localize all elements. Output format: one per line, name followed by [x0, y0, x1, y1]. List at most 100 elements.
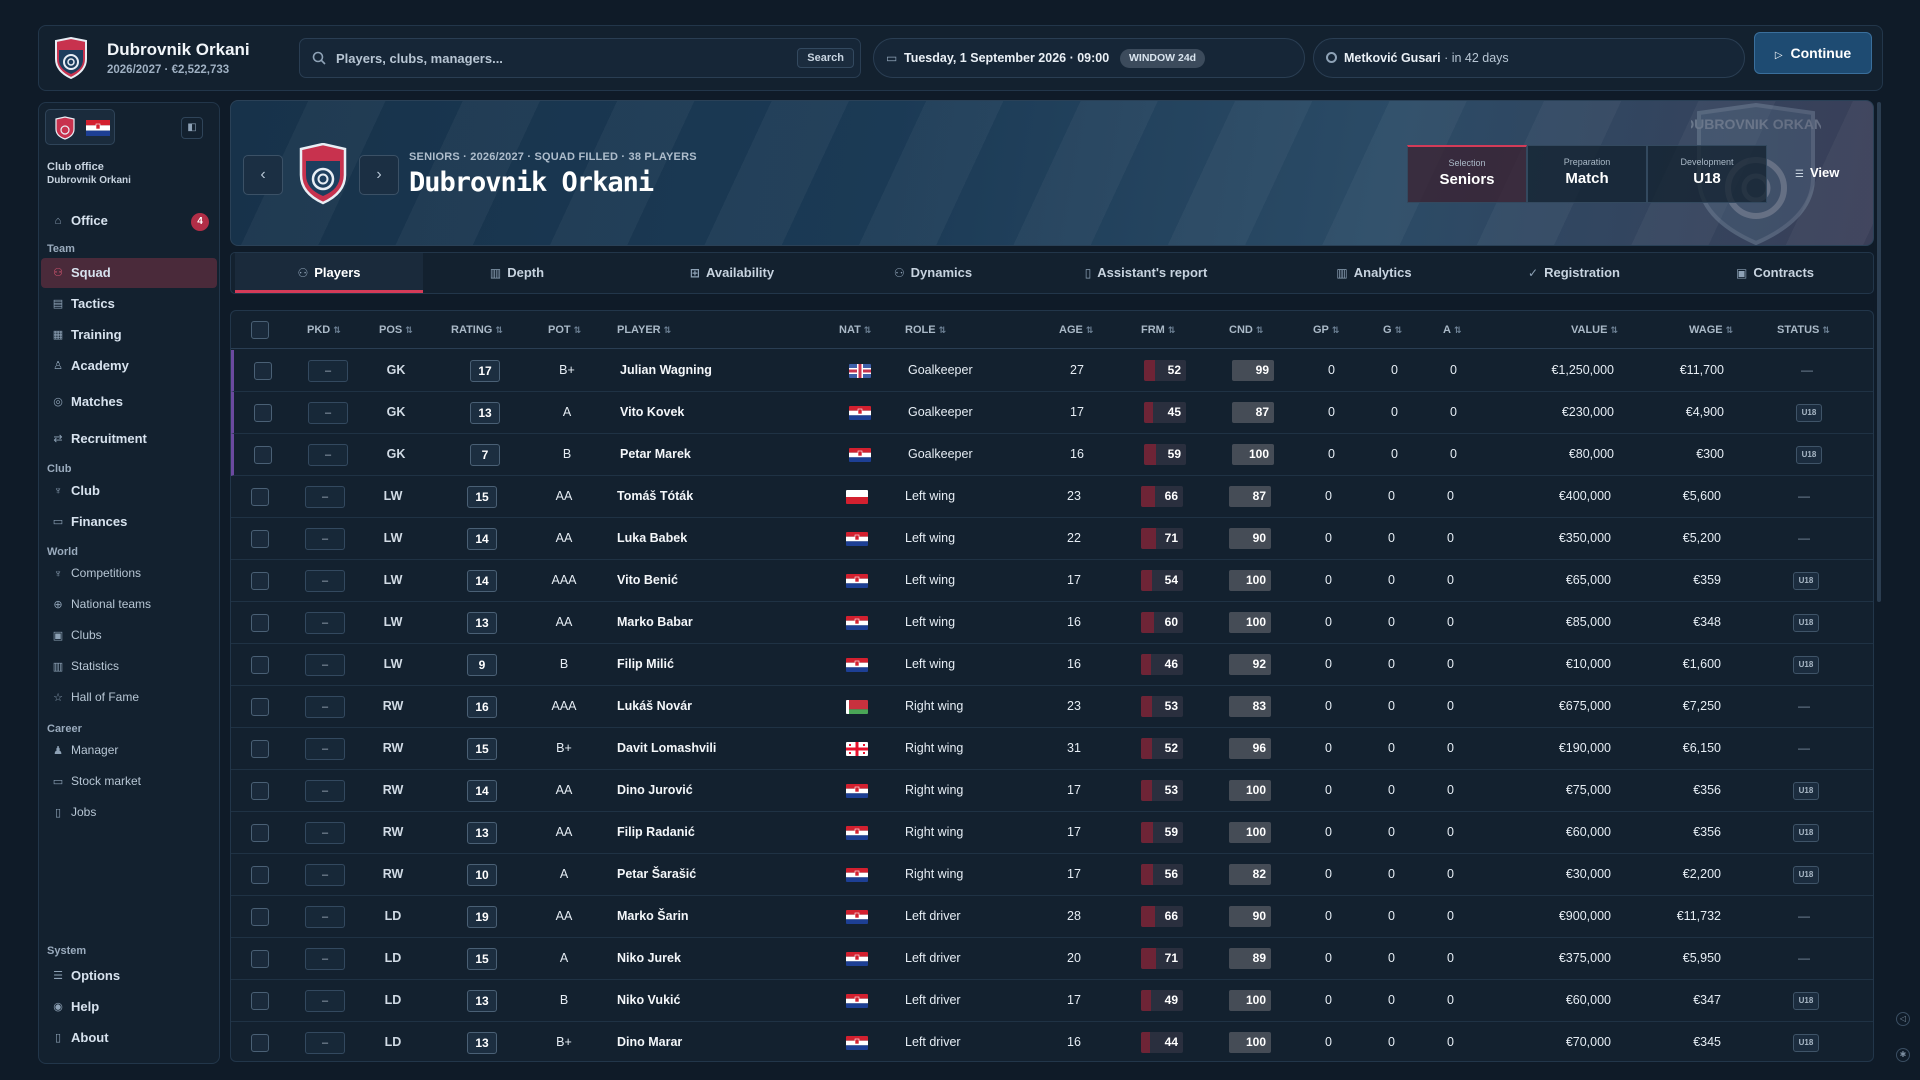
- sidebar-item-national-teams[interactable]: ⊕ National teams: [41, 590, 217, 620]
- table-row[interactable]: – LW 14 AA Luka Babek Left wing 22 71 90 0 0 0 €350,…: [231, 518, 1873, 560]
- table-row[interactable]: – LW 13 AA Marko Babar Left wing 16 60 100 0 0 0 €85…: [231, 602, 1873, 644]
- col-player[interactable]: PLAYER ⇅: [617, 324, 671, 336]
- row-checkbox[interactable]: [251, 614, 269, 632]
- player-name-link[interactable]: Tomáš Tóták: [617, 489, 693, 503]
- tab-assistants-report[interactable]: ▯ Assistant's report: [1013, 253, 1279, 293]
- picked-dropdown[interactable]: –: [305, 906, 345, 928]
- row-checkbox[interactable]: [254, 446, 272, 464]
- player-name-link[interactable]: Filip Milić: [617, 657, 674, 671]
- table-row[interactable]: – LW 14 AAA Vito Benić Left wing 17 54 100 0 0 0 €65…: [231, 560, 1873, 602]
- row-checkbox[interactable]: [251, 992, 269, 1010]
- player-name-link[interactable]: Niko Vukić: [617, 993, 680, 1007]
- continue-button[interactable]: ▷ Continue: [1754, 32, 1872, 74]
- sidebar-item-finances[interactable]: ▭ Finances: [41, 507, 217, 537]
- table-row[interactable]: – LD 13 B Niko Vukić Left driver 17 49 100 0 0 0 €60…: [231, 980, 1873, 1022]
- player-name-link[interactable]: Dino Jurović: [617, 783, 693, 797]
- tab-availability[interactable]: ⊞ Availability: [611, 253, 853, 293]
- picked-dropdown[interactable]: –: [308, 444, 348, 466]
- picked-dropdown[interactable]: –: [308, 360, 348, 382]
- col-g[interactable]: G ⇅: [1383, 324, 1402, 336]
- sidebar-item-training[interactable]: ▦ Training: [41, 320, 217, 350]
- tab-contracts[interactable]: ▣ Contracts: [1679, 253, 1871, 293]
- col-status[interactable]: STATUS ⇅: [1777, 324, 1830, 336]
- player-name-link[interactable]: Vito Benić: [617, 573, 678, 587]
- sidebar-item-hall-of-fame[interactable]: ☆ Hall of Fame: [41, 683, 217, 713]
- picked-dropdown[interactable]: –: [305, 864, 345, 886]
- table-row[interactable]: – LD 15 A Niko Jurek Left driver 20 71 89 0 0 0 €375…: [231, 938, 1873, 980]
- search-input[interactable]: Players, clubs, managers...: [336, 51, 503, 66]
- player-name-link[interactable]: Luka Babek: [617, 531, 687, 545]
- previous-team-button[interactable]: ‹: [243, 155, 283, 195]
- col-a[interactable]: A ⇅: [1443, 324, 1462, 336]
- picked-dropdown[interactable]: –: [305, 696, 345, 718]
- player-name-link[interactable]: Niko Jurek: [617, 951, 681, 965]
- picked-dropdown[interactable]: –: [308, 402, 348, 424]
- sidebar-item-recruitment[interactable]: ⇄ Recruitment: [41, 424, 217, 454]
- table-row[interactable]: – LW 9 B Filip Milić Left wing 16 46 92 0 0 0 €10,00…: [231, 644, 1873, 686]
- col-pot[interactable]: POT ⇅: [548, 324, 581, 336]
- row-checkbox[interactable]: [251, 908, 269, 926]
- global-search[interactable]: Players, clubs, managers... Search: [299, 38, 861, 78]
- col-rating[interactable]: RATING ⇅: [451, 324, 503, 336]
- sidebar-item-matches[interactable]: ◎ Matches: [41, 387, 217, 417]
- picked-dropdown[interactable]: –: [305, 486, 345, 508]
- next-match[interactable]: Metković Gusari · in 42 days: [1313, 38, 1745, 78]
- picked-dropdown[interactable]: –: [305, 990, 345, 1012]
- row-checkbox[interactable]: [251, 866, 269, 884]
- page-scrollbar[interactable]: [1877, 102, 1881, 602]
- tab-dynamics[interactable]: ⚇ Dynamics: [853, 253, 1013, 293]
- player-name-link[interactable]: Marko Šarin: [617, 909, 689, 923]
- table-row[interactable]: – LD 13 B+ Dino Marar Left driver 16 44 100 0 0 0 €7…: [231, 1022, 1873, 1061]
- picked-dropdown[interactable]: –: [305, 570, 345, 592]
- sidebar-item-club[interactable]: ♆ Club: [41, 476, 217, 506]
- player-name-link[interactable]: Vito Kovek: [620, 405, 684, 419]
- table-row[interactable]: – RW 16 AAA Lukáš Novár Right wing 23 53 83 0 0 0 €6…: [231, 686, 1873, 728]
- row-checkbox[interactable]: [254, 404, 272, 422]
- picked-dropdown[interactable]: –: [305, 654, 345, 676]
- col-cnd[interactable]: CND ⇅: [1229, 324, 1263, 336]
- sidebar-item-academy[interactable]: ♙ Academy: [41, 351, 217, 381]
- picked-dropdown[interactable]: –: [305, 1032, 345, 1054]
- player-name-link[interactable]: Marko Babar: [617, 615, 693, 629]
- col-frm[interactable]: FRM ⇅: [1141, 324, 1175, 336]
- table-row[interactable]: – GK 13 A Vito Kovek Goalkeeper 17 45 87 0 0 0 €230,…: [231, 392, 1873, 434]
- row-checkbox[interactable]: [251, 950, 269, 968]
- sidebar-item-manager[interactable]: ♟ Manager: [41, 736, 217, 766]
- player-name-link[interactable]: Petar Marek: [620, 447, 691, 461]
- player-name-link[interactable]: Davit Lomashvili: [617, 741, 716, 755]
- picked-dropdown[interactable]: –: [305, 780, 345, 802]
- player-name-link[interactable]: Dino Marar: [617, 1035, 682, 1049]
- picked-dropdown[interactable]: –: [305, 528, 345, 550]
- player-name-link[interactable]: Lukáš Novár: [617, 699, 692, 713]
- preparation-match-toggle[interactable]: Preparation Match: [1527, 145, 1647, 203]
- club-switcher[interactable]: [45, 109, 115, 145]
- select-all-checkbox[interactable]: [251, 321, 269, 339]
- row-checkbox[interactable]: [251, 572, 269, 590]
- sidebar-item-about[interactable]: ▯ About: [41, 1023, 217, 1053]
- col-age[interactable]: AGE ⇅: [1059, 324, 1093, 336]
- tab-depth[interactable]: ▥ Depth: [423, 253, 611, 293]
- sidebar-item-options[interactable]: ☰ Options: [41, 961, 217, 991]
- development-u18-toggle[interactable]: Development U18: [1647, 145, 1767, 203]
- sidebar-item-tactics[interactable]: ▤ Tactics: [41, 289, 217, 319]
- row-checkbox[interactable]: [254, 362, 272, 380]
- search-button[interactable]: Search: [797, 48, 854, 68]
- sidebar-item-jobs[interactable]: ▯ Jobs: [41, 798, 217, 828]
- row-checkbox[interactable]: [251, 782, 269, 800]
- picked-dropdown[interactable]: –: [305, 738, 345, 760]
- sidebar-item-help[interactable]: ◉ Help: [41, 992, 217, 1022]
- col-wage[interactable]: WAGE ⇅: [1689, 324, 1733, 336]
- table-row[interactable]: – LW 15 AA Tomáš Tóták Left wing 23 66 87 0 0 0 €400…: [231, 476, 1873, 518]
- sidebar-item-competitions[interactable]: ♆ Competitions: [41, 559, 217, 589]
- table-row[interactable]: – RW 14 AA Dino Jurović Right wing 17 53 100 0 0 0 €…: [231, 770, 1873, 812]
- table-row[interactable]: – RW 13 AA Filip Radanić Right wing 17 59 100 0 0 0…: [231, 812, 1873, 854]
- tab-registration[interactable]: ✓ Registration: [1469, 253, 1679, 293]
- tab-players[interactable]: ⚇ Players: [235, 253, 423, 293]
- table-row[interactable]: – GK 17 B+ Julian Wagning Goalkeeper 27 52 99 0 0 0…: [231, 350, 1873, 392]
- table-row[interactable]: – LD 19 AA Marko Šarin Left driver 28 66 90 0 0 0 €9…: [231, 896, 1873, 938]
- sidebar-item-squad[interactable]: ⚇ Squad: [41, 258, 217, 288]
- picked-dropdown[interactable]: –: [305, 822, 345, 844]
- player-name-link[interactable]: Petar Šarašić: [617, 867, 696, 881]
- table-row[interactable]: – RW 10 A Petar Šarašić Right wing 17 56 82 0 0 0 €3…: [231, 854, 1873, 896]
- row-checkbox[interactable]: [251, 530, 269, 548]
